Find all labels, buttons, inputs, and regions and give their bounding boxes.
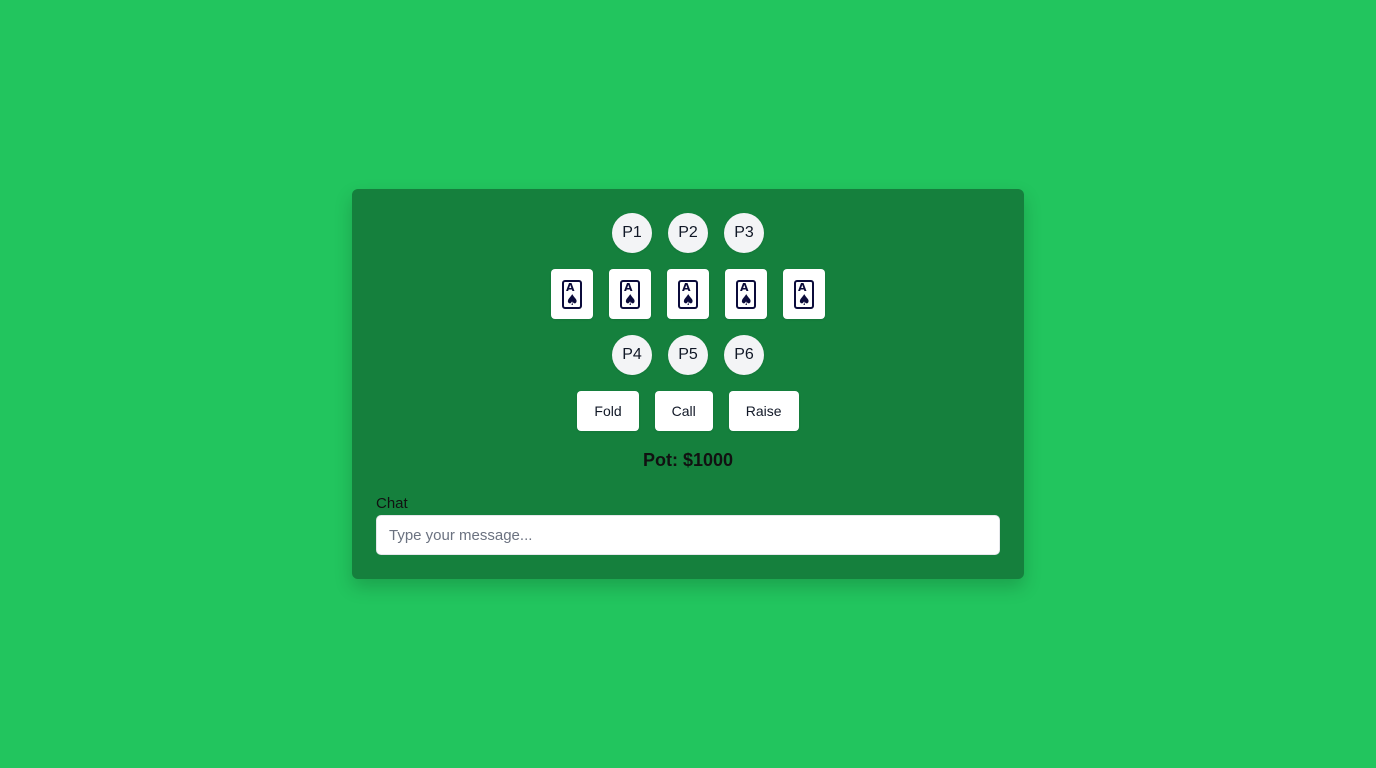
players-bottom-row: P4 P5 P6 (352, 335, 1024, 375)
community-card-5[interactable]: A ♠ (783, 269, 825, 319)
ace-of-spades-icon: A ♠ (678, 279, 698, 309)
card-suit: ♠ (797, 290, 811, 309)
ace-of-spades-icon: A ♠ (562, 279, 582, 309)
ace-of-spades-icon: A ♠ (620, 279, 640, 309)
player-seat-p5[interactable]: P5 (668, 335, 708, 375)
pot-amount: Pot: $1000 (642, 450, 734, 470)
ace-of-spades-icon: A ♠ (736, 279, 756, 309)
chat-input[interactable] (376, 515, 1000, 555)
card-suit: ♠ (739, 290, 753, 309)
chat-label: Chat (376, 495, 408, 512)
call-button[interactable]: Call (654, 391, 713, 431)
card-suit: ♠ (681, 290, 695, 309)
player-seat-p3[interactable]: P3 (724, 213, 764, 253)
action-buttons: Fold Call Raise (352, 391, 1024, 431)
card-suit: ♠ (565, 290, 579, 309)
ace-of-spades-icon: A ♠ (794, 279, 814, 309)
community-card-1[interactable]: A ♠ (551, 269, 593, 319)
raise-button[interactable]: Raise (728, 391, 799, 431)
player-seat-p4[interactable]: P4 (612, 335, 652, 375)
community-card-3[interactable]: A ♠ (667, 269, 709, 319)
player-seat-p1[interactable]: P1 (612, 213, 652, 253)
player-seat-p2[interactable]: P2 (668, 213, 708, 253)
poker-table: P1 P2 P3 A ♠ A ♠ A ♠ A ♠ A ♠ P4 P5 P6 Fo… (352, 189, 1024, 579)
card-suit: ♠ (623, 290, 637, 309)
fold-button[interactable]: Fold (577, 391, 639, 431)
community-card-2[interactable]: A ♠ (609, 269, 651, 319)
community-cards: A ♠ A ♠ A ♠ A ♠ A ♠ (352, 269, 1024, 319)
player-seat-p6[interactable]: P6 (724, 335, 764, 375)
players-top-row: P1 P2 P3 (352, 213, 1024, 253)
community-card-4[interactable]: A ♠ (725, 269, 767, 319)
